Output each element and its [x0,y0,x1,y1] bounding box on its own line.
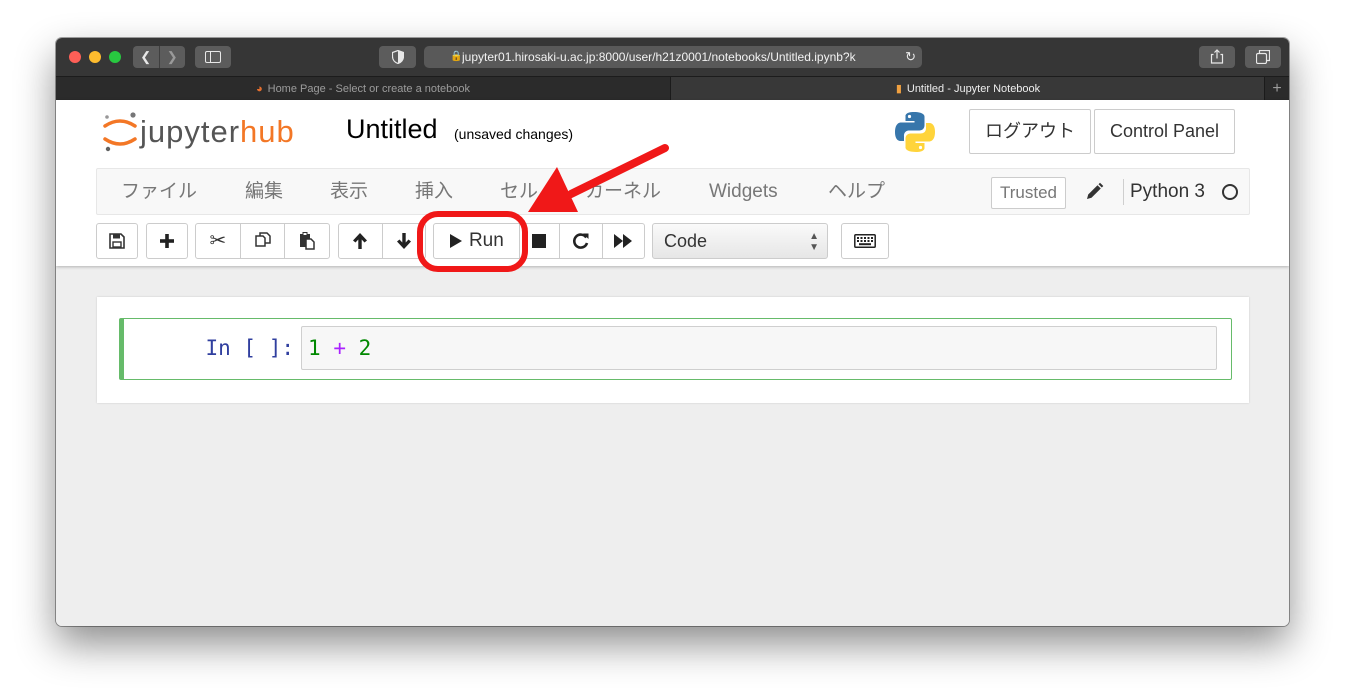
restart-run-all-button[interactable] [601,224,644,258]
forward-button[interactable]: ❯ [159,46,185,68]
command-palette-button[interactable] [842,224,888,258]
clipboard-group: ✂ [195,223,330,259]
insert-cell-button[interactable] [147,224,187,258]
keyboard-icon [854,234,876,248]
play-icon [449,234,462,248]
tab-overview-button[interactable] [1245,46,1281,68]
save-button[interactable] [97,224,137,258]
cell-type-value: Code [664,231,708,251]
cut-button[interactable]: ✂ [196,224,240,258]
lock-icon: 🔒 [450,51,463,62]
run-group: Run [433,223,645,259]
menu-widgets[interactable]: Widgets [709,169,778,214]
menu-insert[interactable]: 挿入 [415,169,453,214]
cell-type-select[interactable]: Code ▲ ▼ [652,223,828,259]
history-nav: ❮ ❯ [133,46,185,68]
paste-button[interactable] [284,224,329,258]
code-input-area[interactable]: 1 + 2 [301,326,1217,370]
plus-icon [160,234,174,248]
tab-label: Home Page - Select or create a notebook [267,83,471,95]
chevron-left-icon: ❮ [140,49,152,64]
move-group [338,223,426,259]
fast-forward-icon [614,234,633,248]
back-button[interactable]: ❮ [133,46,160,68]
copy-button[interactable] [239,224,285,258]
privacy-report-button[interactable] [379,46,416,68]
browser-tab-bar: ◕ Home Page - Select or create a notebook… [56,76,1289,101]
shield-icon [391,49,404,65]
code-token-operator: + [333,336,346,360]
notebook-header: jupyterhub Untitled (unsaved changes) ログ… [56,100,1289,266]
browser-toolbar: ❮ ❯ 🔒 jupyter01.hirosaki-u.ac.jp:8000/us… [56,38,1289,76]
copy-icon [254,232,271,247]
minimize-window-button[interactable] [89,51,101,63]
tab-untitled-notebook[interactable]: ▮ Untitled - Jupyter Notebook [671,77,1265,101]
plus-icon: + [1272,80,1282,97]
code-token-number: 2 [358,336,372,360]
menu-edit[interactable]: 編集 [245,169,283,214]
arrow-down-icon [396,233,411,249]
run-label: Run [468,230,504,251]
menu-bar: ファイル 編集 表示 挿入 セル カーネル Widgets ヘルプ Truste… [96,168,1250,215]
logout-button[interactable]: ログアウト [969,109,1091,154]
move-up-button[interactable] [339,224,382,258]
code-cell[interactable]: In [ ]: 1 + 2 [119,318,1232,380]
menu-help[interactable]: ヘルプ [828,169,885,214]
cell-input-prompt: In [ ]: [205,336,294,360]
sidebar-toggle-button[interactable] [195,46,231,68]
restart-icon [572,233,589,249]
python-logo-icon [895,112,935,152]
select-arrows-icon: ▲ ▼ [809,231,819,253]
url-text: jupyter01.hirosaki-u.ac.jp:8000/user/h21… [462,50,856,64]
stop-icon [532,234,547,248]
move-down-button[interactable] [381,224,426,258]
save-group [96,223,138,259]
notebook-toolbar: ✂ Run Code ▲ ▼ [96,223,896,259]
tab-label: Untitled - Jupyter Notebook [906,83,1041,95]
sidebar-icon [205,51,221,63]
run-button[interactable]: Run [434,224,519,258]
notebook-container: In [ ]: 1 + 2 [97,297,1249,403]
logo-text: jupyterhub [140,114,295,149]
jupyterhub-logo[interactable]: jupyterhub [102,108,342,156]
notebook-favicon-icon: ▮ [895,83,902,95]
tabs-icon [1255,49,1271,65]
notebook-page: jupyterhub Untitled (unsaved changes) ログ… [56,100,1289,626]
trusted-indicator[interactable]: Trusted [991,177,1067,209]
menu-view[interactable]: 表示 [330,169,368,214]
control-panel-button[interactable]: Control Panel [1094,109,1235,154]
notebook-title[interactable]: Untitled [346,114,438,145]
keyboard-group [841,223,889,259]
jupyter-favicon-icon: ◕ [255,83,263,95]
save-status: (unsaved changes) [454,126,574,142]
chevron-right-icon: ❯ [166,49,178,64]
restart-kernel-button[interactable] [559,224,601,258]
zoom-window-button[interactable] [109,51,121,63]
new-tab-button[interactable]: + [1264,77,1289,101]
paste-icon [300,232,315,250]
arrow-up-icon [353,233,368,249]
scissors-icon: ✂ [209,230,227,252]
browser-window: ❮ ❯ 🔒 jupyter01.hirosaki-u.ac.jp:8000/us… [56,38,1289,626]
code-token-number: 1 [308,336,321,360]
share-icon [1210,49,1224,64]
kernel-name[interactable]: Python 3 [1130,169,1205,214]
jupyter-logo-icon [103,112,137,152]
address-bar[interactable]: 🔒 jupyter01.hirosaki-u.ac.jp:8000/user/h… [424,46,922,68]
menu-cell[interactable]: セル [500,169,538,214]
reload-icon[interactable]: ↻ [905,46,916,68]
kernel-divider [1123,179,1124,205]
pencil-icon[interactable] [1084,182,1104,202]
insert-group [146,223,188,259]
menu-kernel[interactable]: カーネル [585,169,661,214]
share-button[interactable] [1199,46,1235,68]
menu-file[interactable]: ファイル [121,169,197,214]
close-window-button[interactable] [69,51,81,63]
interrupt-kernel-button[interactable] [518,224,559,258]
tab-home-page[interactable]: ◕ Home Page - Select or create a notebook [56,77,671,101]
floppy-disk-icon [109,233,125,249]
kernel-idle-indicator-icon [1222,184,1238,200]
